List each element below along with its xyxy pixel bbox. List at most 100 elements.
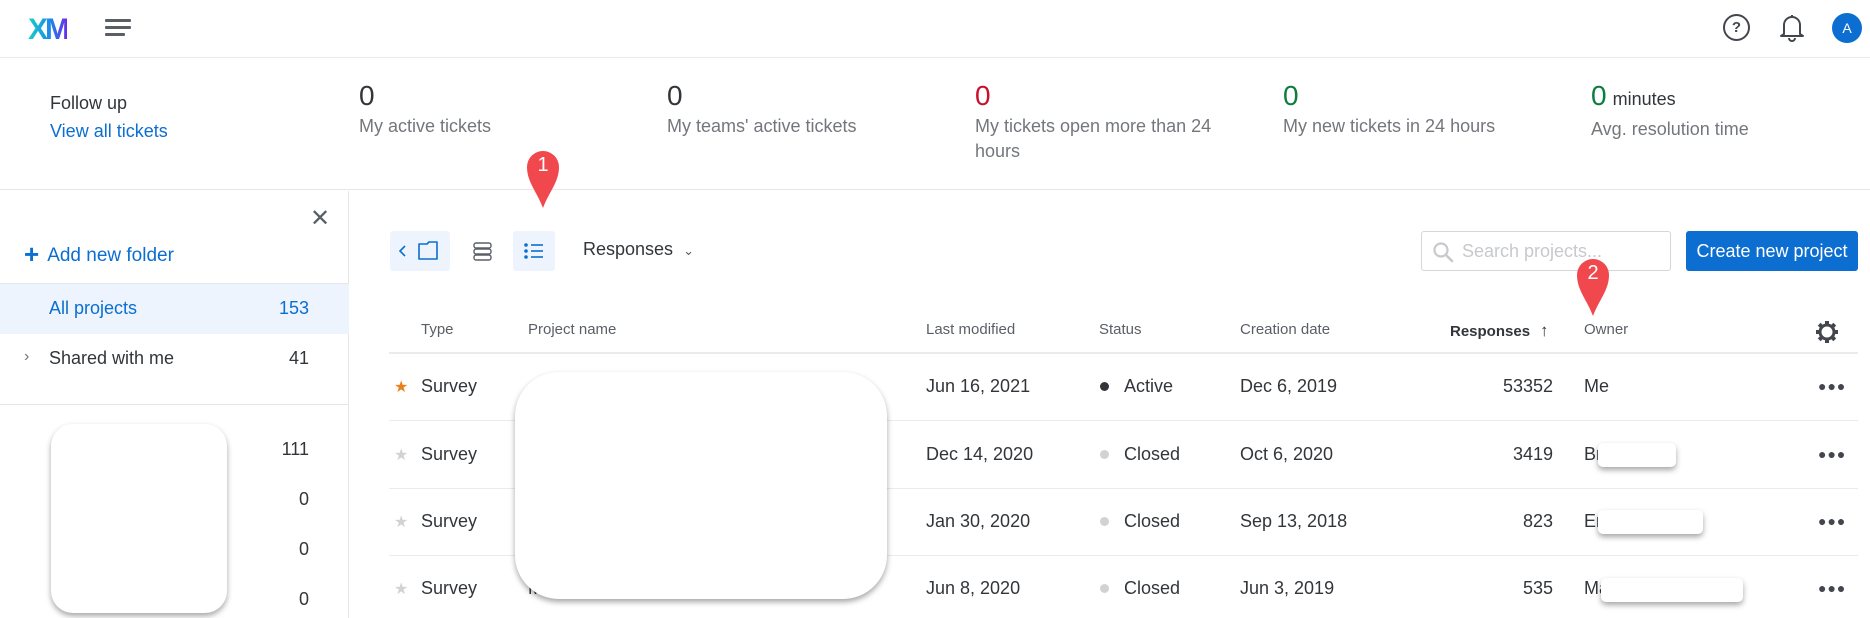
more-actions-icon[interactable]: ●●● (1818, 513, 1846, 529)
close-sidebar-icon[interactable]: ✕ (310, 207, 330, 231)
cell-responses: 53352 (1502, 376, 1553, 396)
folder-name: Shared with me (49, 348, 175, 368)
cell-last-modified: Jun 8, 2020 (926, 578, 1021, 598)
stat-value-row: 0 minutes (1591, 80, 1749, 115)
create-new-project-button[interactable]: Create new project (1686, 231, 1858, 271)
marker-label: 2 (1587, 262, 1599, 284)
follow-up-section: Follow up View all tickets (50, 91, 168, 144)
redaction-overlay (1598, 443, 1676, 467)
ticket-stats-bar: Follow up View all tickets 0 My active t… (0, 58, 1870, 190)
folder-sidebar: ✕ + Add new folder All projects 153 › Sha… (0, 191, 349, 618)
card-view-button[interactable] (464, 231, 500, 271)
view-all-tickets-link[interactable]: View all tickets (50, 119, 168, 144)
cell-creation-date: Sep 13, 2018 (1240, 511, 1348, 531)
redaction-overlay (51, 424, 227, 613)
column-header-status[interactable]: Status (1099, 321, 1142, 338)
stat-label: My active tickets (359, 116, 492, 136)
cell-last-modified: Jan 30, 2020 (926, 511, 1031, 531)
add-folder-label: Add new folder (47, 245, 174, 266)
stacked-rows-icon (473, 242, 492, 261)
plus-icon: + (24, 239, 40, 269)
cell-creation-date: Oct 6, 2020 (1240, 444, 1334, 464)
stat-teams-active-tickets: 0 My teams' active tickets (667, 80, 856, 139)
folder-count: 0 (298, 489, 309, 509)
cell-owner: Me (1584, 376, 1610, 396)
column-header-project-name[interactable]: Project name (528, 321, 616, 338)
cell-responses: 3419 (1512, 444, 1553, 464)
help-icon[interactable]: ? (1723, 14, 1750, 41)
stat-value: 0 (1591, 80, 1607, 111)
sidebar-item-shared-with-me[interactable]: › Shared with me 41 (0, 334, 349, 384)
divider (0, 404, 349, 405)
cell-type: Survey (421, 578, 478, 598)
stat-unit: minutes (1612, 89, 1676, 109)
toggle-folders-button[interactable] (390, 231, 450, 271)
more-actions-icon[interactable]: ●●● (1818, 580, 1846, 596)
folder-count: 0 (298, 589, 309, 609)
header-divider (389, 352, 1858, 354)
star-empty-icon[interactable]: ★ (394, 512, 408, 532)
cell-creation-date: Dec 6, 2019 (1240, 376, 1338, 396)
redaction-overlay (1601, 578, 1743, 602)
xm-logo[interactable]: XM (28, 13, 70, 47)
stat-tickets-open-24h: 0 My tickets open more than 24 hours (975, 80, 1215, 164)
search-projects[interactable] (1421, 231, 1671, 271)
cell-type: Survey (421, 376, 478, 396)
cell-type: Survey (421, 511, 478, 531)
chevron-down-icon: ⌄ (683, 243, 694, 258)
star-filled-icon[interactable]: ★ (394, 377, 408, 397)
column-header-owner[interactable]: Owner (1584, 321, 1628, 338)
folder-count: 153 (278, 298, 309, 318)
list-icon (524, 243, 543, 259)
star-empty-icon[interactable]: ★ (394, 445, 408, 465)
cell-last-modified: Dec 14, 2020 (926, 444, 1034, 464)
stat-avg-resolution-time: 0 minutes Avg. resolution time (1591, 80, 1749, 142)
chevron-right-icon[interactable]: › (24, 348, 29, 366)
sort-dropdown[interactable]: Responses ⌄ (583, 239, 694, 260)
more-actions-icon[interactable]: ●●● (1818, 378, 1846, 394)
redaction-overlay (515, 372, 887, 599)
stat-value: 0 (667, 80, 683, 111)
more-actions-icon[interactable]: ●●● (1818, 446, 1846, 462)
cell-responses: 823 (1522, 511, 1553, 531)
stat-label: Avg. resolution time (1591, 119, 1749, 139)
search-input[interactable] (1462, 240, 1662, 262)
column-header-last-modified[interactable]: Last modified (926, 321, 1015, 338)
search-icon (1433, 242, 1454, 263)
sort-dropdown-label: Responses (583, 239, 674, 259)
stat-my-active-tickets: 0 My active tickets (359, 80, 491, 139)
column-header-creation-date[interactable]: Creation date (1240, 321, 1330, 338)
status-dot-closed (1100, 517, 1109, 526)
annotation-marker-2: 2 (1575, 256, 1611, 318)
folder-count: 41 (288, 348, 309, 368)
stat-new-tickets-24h: 0 My new tickets in 24 hours (1283, 80, 1495, 139)
annotation-marker-1: 1 (525, 148, 561, 210)
cell-status: Closed (1124, 578, 1181, 598)
star-empty-icon[interactable]: ★ (394, 579, 408, 599)
stat-label: My new tickets in 24 hours (1283, 116, 1496, 136)
stat-value: 0 (359, 80, 375, 111)
folder-name: All projects (49, 298, 138, 318)
folder-count: 0 (298, 539, 309, 559)
cell-status: Closed (1124, 444, 1181, 464)
sort-ascending-icon: ↑ (1540, 321, 1549, 340)
marker-label: 1 (537, 154, 549, 176)
bell-icon[interactable] (1779, 13, 1805, 43)
cell-last-modified: Jun 16, 2021 (926, 376, 1031, 396)
user-avatar[interactable]: A (1832, 13, 1862, 43)
cell-creation-date: Jun 3, 2019 (1240, 578, 1335, 598)
list-view-button[interactable] (513, 231, 555, 271)
cell-type: Survey (421, 444, 478, 464)
status-dot-closed (1100, 450, 1109, 459)
column-label: Responses (1450, 323, 1531, 340)
add-new-folder-button[interactable]: + Add new folder (24, 239, 174, 270)
stat-value: 0 (1283, 80, 1299, 111)
sidebar-item-all-projects[interactable]: All projects 153 (0, 284, 349, 334)
follow-up-title: Follow up (50, 93, 128, 113)
column-header-responses[interactable]: Responses ↑ (1450, 321, 1549, 341)
column-header-type[interactable]: Type (421, 321, 454, 338)
cell-responses: 535 (1522, 578, 1553, 598)
column-settings-gear-icon[interactable] (1815, 320, 1839, 344)
folder-collapse-icon (398, 241, 438, 260)
hamburger-menu-icon[interactable] (105, 18, 131, 38)
